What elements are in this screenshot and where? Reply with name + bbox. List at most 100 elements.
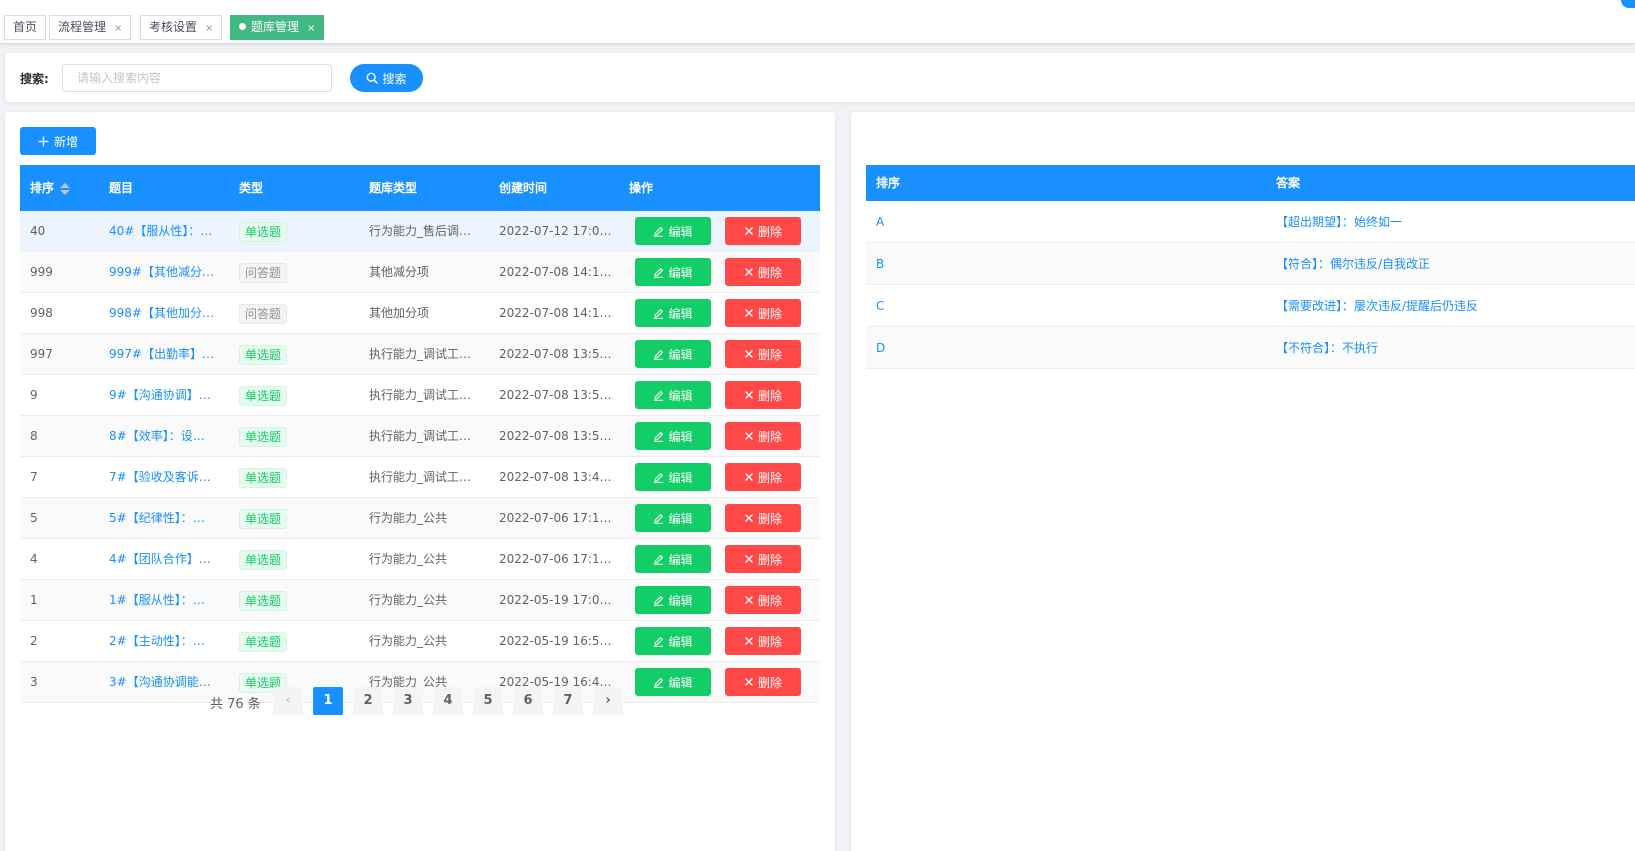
cell-bank-type: 执行能力_调试工… [369,347,472,361]
answer-row[interactable]: D 【不符合】：不执行 [866,327,1635,369]
cell-title-link[interactable]: 997#【出勤率】… [109,334,219,374]
delete-button[interactable]: 删除 [725,381,801,409]
cell-title-link[interactable]: 8#【效率】：设… [109,416,219,456]
delete-button[interactable]: 删除 [725,299,801,327]
table-row[interactable]: 4 4#【团队合作】… 单选题 行为能力_公共 2022-07-06 17:15… 编辑 删… [20,539,820,580]
column-header-created: 创建时间 [499,181,548,195]
page-button[interactable]: 1 [313,687,343,715]
table-row[interactable]: 9 9#【沟通协调】… 单选题 执行能力_调试工… 2022-07-08 13:53… 编… [20,375,820,416]
close-icon[interactable]: × [205,23,213,34]
tab-process-management[interactable]: 流程管理 × [49,15,132,40]
cell-bank-type: 行为能力_公共 [369,634,448,648]
delete-button-label: 删除 [757,511,782,526]
edit-icon [654,390,664,401]
column-header-order[interactable]: 排序 [30,165,71,211]
edit-button[interactable]: 编辑 [635,545,711,573]
cell-title-link[interactable]: 40#【服从性】：… [109,211,219,251]
edit-icon [654,472,664,483]
answer-row[interactable]: A 【超出期望】：始终如一 [866,201,1635,243]
cell-type: 单选题 [239,457,349,497]
edit-button[interactable]: 编辑 [635,258,711,286]
edit-button-label: 编辑 [668,429,693,444]
search-input[interactable] [62,64,332,92]
page-button[interactable]: 2 [353,687,383,715]
delete-button[interactable]: 删除 [725,627,801,655]
search-button[interactable]: 搜索 [350,64,423,92]
edit-button-label: 编辑 [668,593,693,608]
table-row[interactable]: 997 997#【出勤率】… 单选题 执行能力_调试工… 2022-07-08 13:5… [20,334,820,375]
delete-button[interactable]: 删除 [725,504,801,532]
delete-button[interactable]: 删除 [725,340,801,368]
page-button[interactable]: 7 [553,687,583,715]
delete-button-label: 删除 [757,634,782,649]
tags-view-bar: 首页 流程管理 × 考核设置 × 题库管理 × [0,0,1635,44]
edit-button-label: 编辑 [668,511,693,526]
edit-button[interactable]: 编辑 [635,217,711,245]
page-button[interactable]: 3 [393,687,423,715]
next-page-button[interactable]: › [593,687,623,715]
close-icon[interactable]: × [114,23,122,34]
delete-button[interactable]: 删除 [725,463,801,491]
cell-created: 2022-07-12 17:09… [499,224,614,238]
edit-button[interactable]: 编辑 [635,586,711,614]
cell-title-link[interactable]: 998#【其他加分… [109,293,219,333]
table-row[interactable]: 1 1#【服从性】：… 单选题 行为能力_公共 2022-05-19 17:02… 编辑 删… [20,580,820,621]
sort-icon[interactable] [60,182,71,196]
column-header-actions: 操作 [629,181,654,195]
edit-button-label: 编辑 [668,265,693,280]
cell-type: 问答题 [239,293,349,333]
page-button[interactable]: 5 [473,687,503,715]
table-header: 排序 题目 类型 题库类型 创建时间 操作 [20,165,820,211]
add-question-button[interactable]: 新增 [20,127,96,155]
cell-created: 2022-05-19 16:57… [499,634,614,648]
tab-label: 流程管理 [58,20,107,34]
table-row[interactable]: 40 40#【服从性】：… 单选题 行为能力_售后调… 2022-07-12 17:09… [20,211,820,252]
delete-button[interactable]: 删除 [725,258,801,286]
tab-label: 题库管理 [251,20,300,34]
edit-button[interactable]: 编辑 [635,299,711,327]
delete-button[interactable]: 删除 [725,586,801,614]
cell-order: 7 [30,470,38,484]
tab-question-bank[interactable]: 题库管理 × [230,15,325,40]
cell-title-link[interactable]: 2#【主动性】：… [109,621,219,661]
search-label: 搜索: [20,72,49,86]
cell-type: 单选题 [239,580,349,620]
edit-button[interactable]: 编辑 [635,504,711,532]
table-row[interactable]: 2 2#【主动性】：… 单选题 行为能力_公共 2022-05-19 16:57… 编辑 删… [20,621,820,662]
answer-row[interactable]: C 【需要改进】：屡次违反/提醒后仍违反 [866,285,1635,327]
page-button[interactable]: 4 [433,687,463,715]
tab-home[interactable]: 首页 [4,15,47,40]
tab-assessment-settings[interactable]: 考核设置 × [140,15,223,40]
cell-title-link[interactable]: 1#【服从性】：… [109,580,219,620]
cell-created: 2022-07-08 14:13… [499,265,614,279]
table-row[interactable]: 8 8#【效率】：设… 单选题 执行能力_调试工… 2022-07-08 13:51… 编… [20,416,820,457]
cell-title-link[interactable]: 5#【纪律性】：… [109,498,219,538]
close-icon [745,596,753,604]
cell-title-link[interactable]: 999#【其他减分… [109,252,219,292]
table-row[interactable]: 5 5#【纪律性】：… 单选题 行为能力_公共 2022-07-06 17:19… 编辑 删… [20,498,820,539]
table-row[interactable]: 998 998#【其他加分… 问答题 其他加分项 2022-07-08 14:11… 编辑… [20,293,820,334]
table-row[interactable]: 7 7#【验收及客诉… 单选题 执行能力_调试工… 2022-07-08 13:47… 编… [20,457,820,498]
edit-button[interactable]: 编辑 [635,381,711,409]
answer-row[interactable]: B 【符合】：偶尔违反/自我改正 [866,243,1635,285]
cell-title-link[interactable]: 9#【沟通协调】… [109,375,219,415]
delete-button[interactable]: 删除 [725,545,801,573]
cell-title-link[interactable]: 4#【团队合作】… [109,539,219,579]
prev-page-button[interactable]: ‹ [273,687,303,715]
column-header-title: 题目 [109,181,134,195]
close-icon[interactable]: × [307,23,315,34]
cell-title-link[interactable]: 7#【验收及客诉… [109,457,219,497]
edit-button[interactable]: 编辑 [635,422,711,450]
edit-button[interactable]: 编辑 [635,463,711,491]
edit-button[interactable]: 编辑 [635,627,711,655]
plus-icon [38,136,49,146]
cell-order: 40 [30,224,46,238]
delete-button[interactable]: 删除 [725,217,801,245]
table-row[interactable]: 999 999#【其他减分… 问答题 其他减分项 2022-07-08 14:13… 编辑… [20,252,820,293]
corner-indicator [1621,0,1635,8]
type-tag: 单选题 [239,426,288,447]
edit-button[interactable]: 编辑 [635,340,711,368]
delete-button[interactable]: 删除 [725,422,801,450]
cell-order: 9 [30,388,38,402]
page-button[interactable]: 6 [513,687,543,715]
